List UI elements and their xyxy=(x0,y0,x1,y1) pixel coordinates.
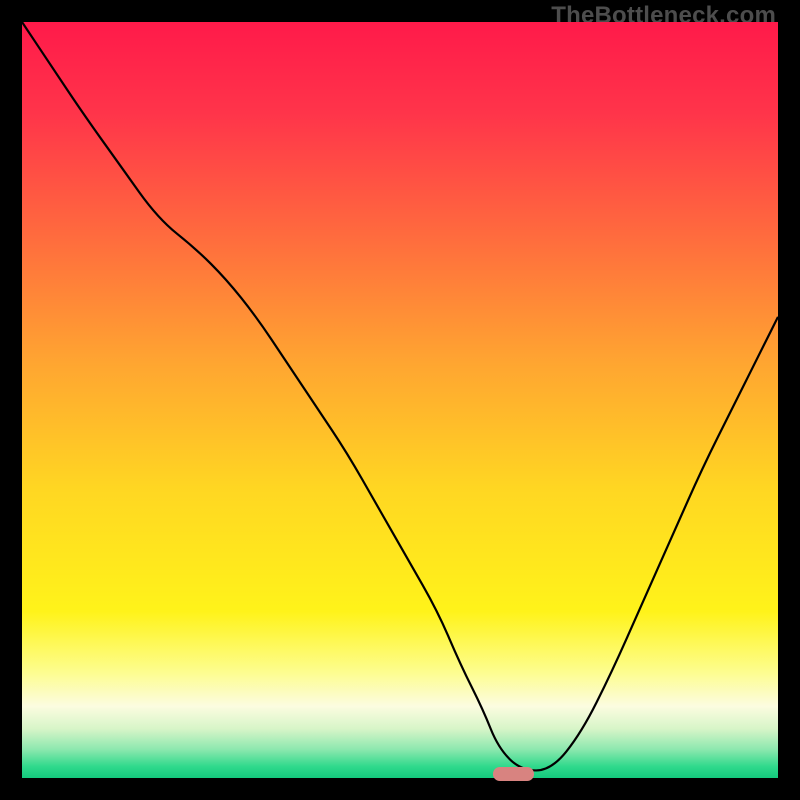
gradient-background xyxy=(22,22,778,778)
bottleneck-chart xyxy=(22,22,778,778)
optimum-marker xyxy=(493,767,535,781)
chart-frame xyxy=(22,22,778,778)
